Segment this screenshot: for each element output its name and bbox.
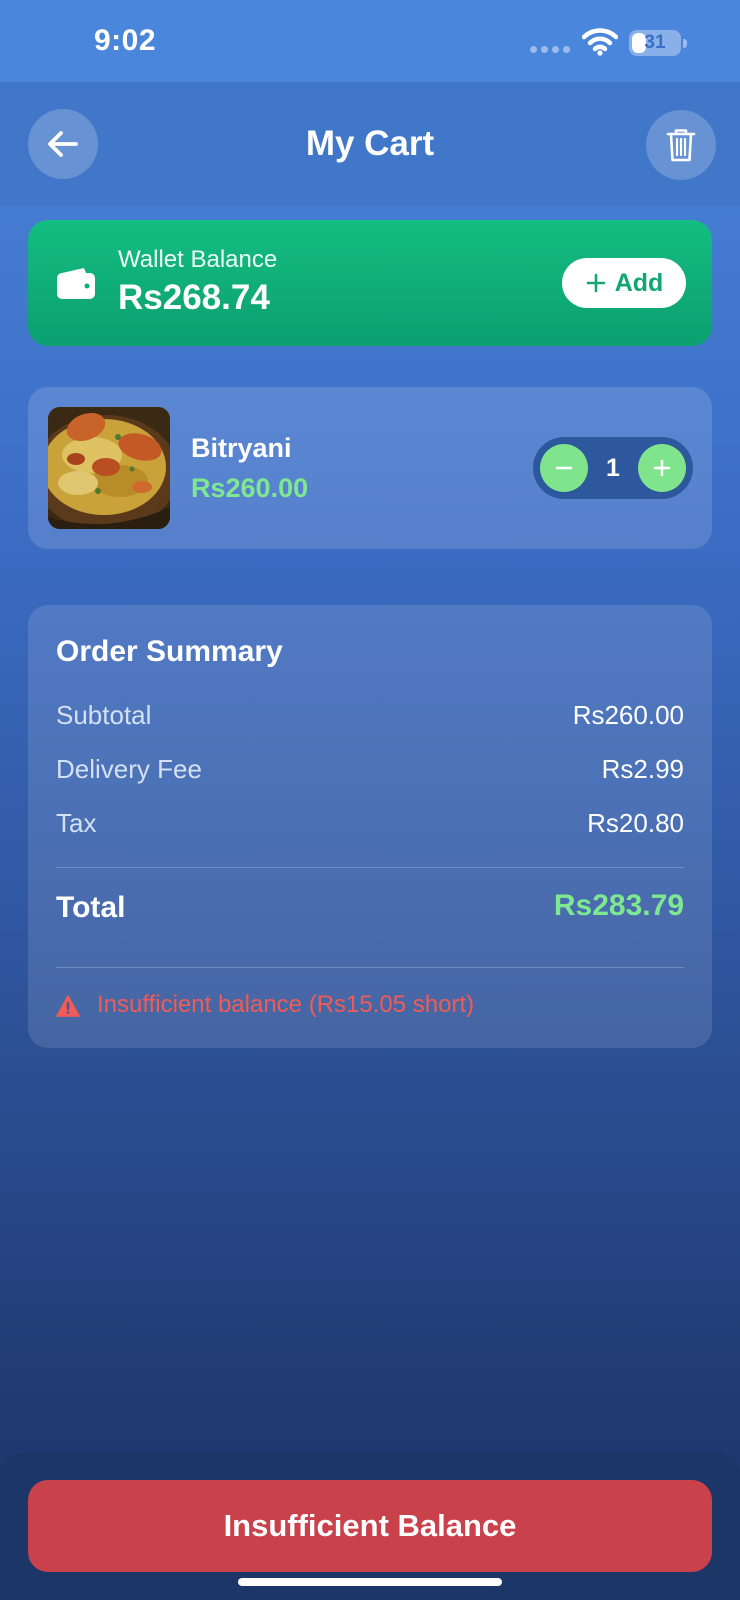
status-bar: 9:02 31 (0, 0, 740, 82)
cart-item: Bitryani Rs260.00 1 (28, 387, 712, 549)
order-summary-title: Order Summary (56, 635, 283, 668)
wallet-card: Wallet Balance Rs268.74 Add (28, 220, 712, 346)
status-time: 9:02 (94, 24, 157, 57)
warning-divider (56, 967, 684, 968)
back-button[interactable] (28, 109, 98, 179)
summary-divider (56, 867, 684, 868)
add-funds-button[interactable]: Add (562, 258, 686, 308)
tax-value: Rs20.80 (587, 808, 684, 838)
total-value: Rs283.79 (553, 889, 684, 922)
subtotal-label: Subtotal (56, 700, 152, 730)
header: My Cart (0, 82, 740, 206)
battery-level: 31 (644, 32, 666, 53)
plus-icon (586, 273, 605, 293)
cellular-signal-icon (530, 46, 570, 53)
wallet-icon (57, 268, 95, 299)
battery-icon: 31 (629, 30, 681, 56)
item-price: Rs260.00 (191, 473, 309, 503)
increase-quantity-button[interactable] (638, 444, 686, 492)
wifi-icon (582, 28, 618, 56)
plus-icon (653, 459, 671, 477)
decrease-quantity-button[interactable] (540, 444, 588, 492)
order-summary-card: Order Summary Subtotal Rs260.00 Delivery… (28, 605, 712, 1048)
warning-icon (56, 995, 80, 1017)
total-label: Total (56, 891, 126, 924)
home-indicator (238, 1578, 502, 1586)
checkout-button[interactable]: Insufficient Balance (28, 1480, 712, 1572)
insufficient-balance-warning: Insufficient balance (Rs15.05 short) (97, 991, 475, 1018)
food-image (48, 407, 170, 529)
arrow-left-icon (48, 131, 78, 157)
delivery-fee-label: Delivery Fee (56, 754, 202, 784)
tax-label: Tax (56, 808, 97, 838)
subtotal-value: Rs260.00 (572, 700, 684, 730)
clear-cart-button[interactable] (646, 110, 716, 180)
page-title: My Cart (305, 124, 435, 163)
trash-icon (666, 129, 696, 162)
delivery-fee-value: Rs2.99 (601, 754, 684, 784)
item-name: Bitryani (191, 433, 292, 463)
quantity-value: 1 (606, 454, 620, 482)
quantity-stepper: 1 (533, 437, 693, 499)
battery-tip (683, 39, 687, 48)
minus-icon (555, 466, 573, 470)
wallet-balance-label: Wallet Balance (118, 246, 278, 273)
wallet-balance-amount: Rs268.74 (118, 278, 270, 317)
add-funds-label: Add (614, 268, 664, 297)
